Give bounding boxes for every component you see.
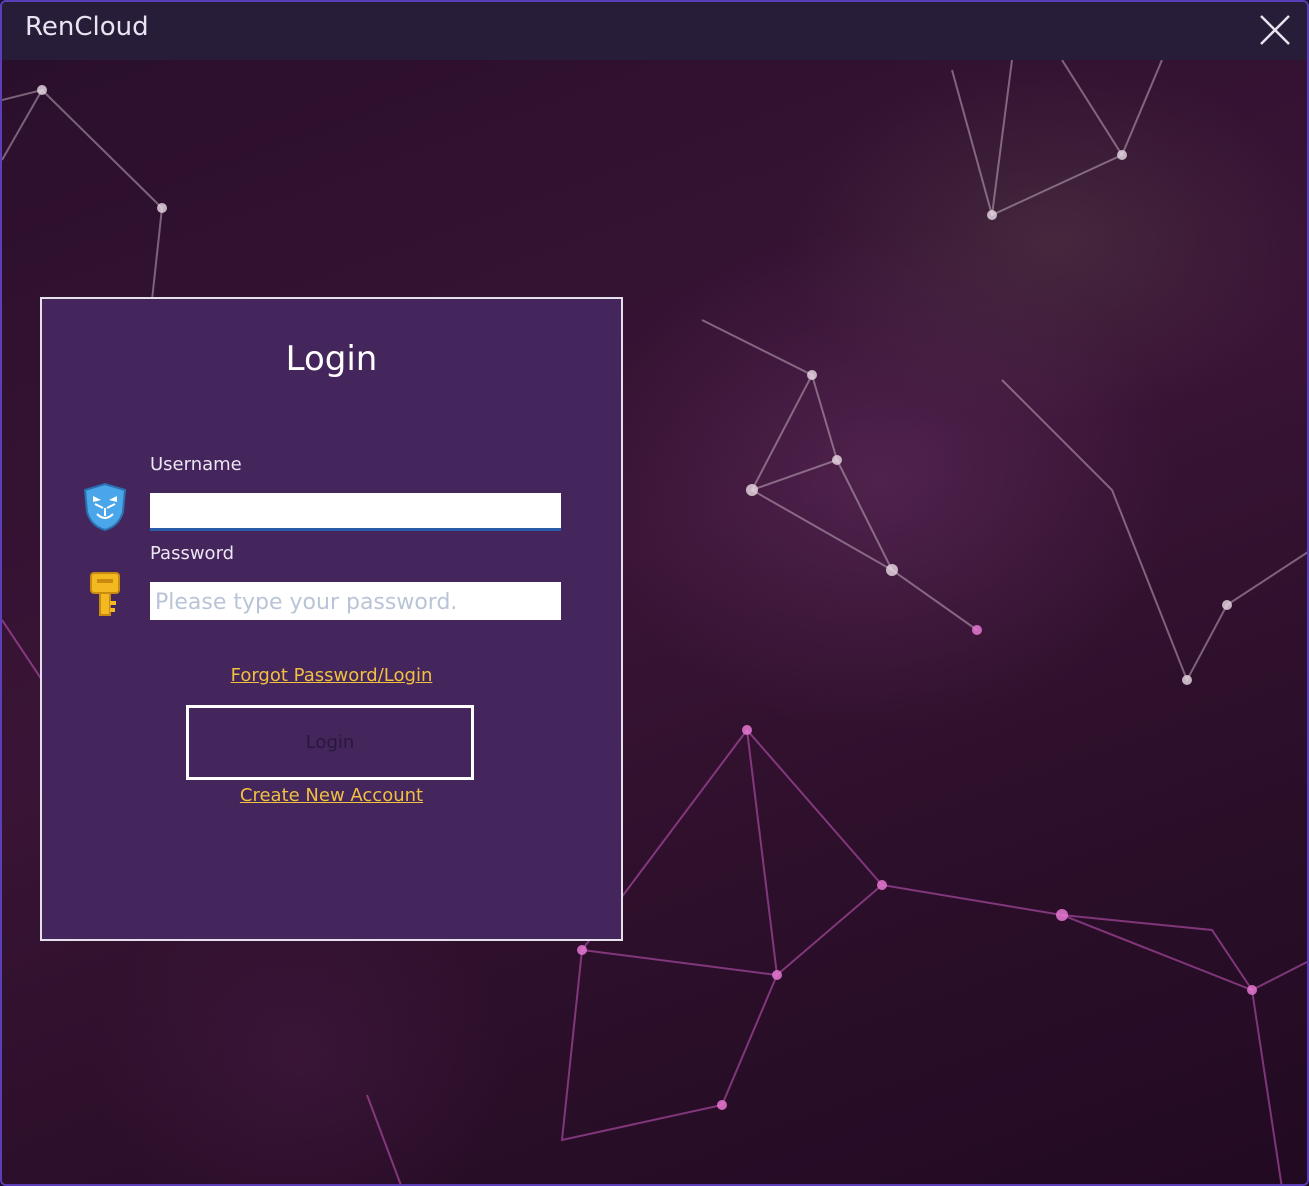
app-window: RenCloud Login Username Password Forgot … [0,0,1309,1186]
close-icon [1260,15,1290,45]
close-button[interactable] [1257,12,1293,48]
window-title: RenCloud [25,12,149,42]
login-heading: Login [285,339,378,379]
mask-shield-icon [83,482,127,532]
login-button[interactable]: Login [186,705,474,780]
password-label: Password [150,543,235,564]
key-icon [90,572,120,616]
forgot-password-link[interactable]: Forgot Password/Login [42,665,621,686]
login-panel: Login Username Password Forgot Password/… [40,297,623,941]
password-input[interactable] [150,582,561,620]
username-input[interactable] [150,493,561,531]
title-bar[interactable]: RenCloud [2,2,1307,60]
username-label: Username [150,454,242,475]
create-account-link[interactable]: Create New Account [42,785,621,806]
